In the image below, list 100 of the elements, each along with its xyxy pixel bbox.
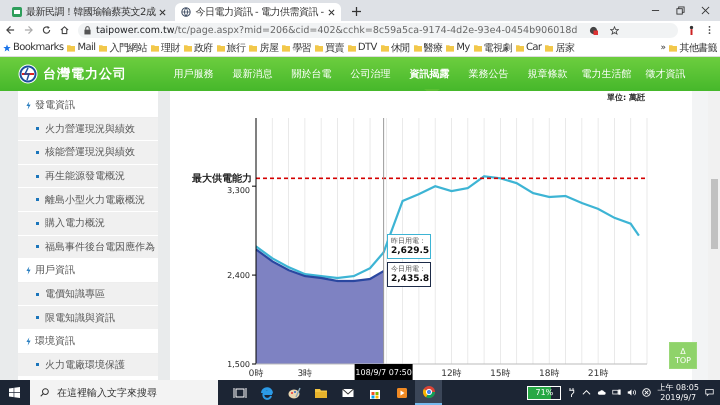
browser-tab[interactable]: 最新民調！韓國瑜輸蔡英文2成: [6, 3, 172, 21]
folder-icon: [315, 44, 324, 52]
clock[interactable]: 上午 08:05 2019/9/7: [657, 382, 699, 402]
scrollbar[interactable]: [708, 91, 720, 380]
bullet-icon: [36, 174, 39, 178]
sidebar-item[interactable]: 電價知識專區: [18, 282, 158, 306]
plus-icon[interactable]: [352, 7, 361, 16]
axis-tick-label: 0時: [248, 369, 264, 379]
browser-tab[interactable]: 今日電力資訊 - 電力供需資訊 -: [175, 3, 341, 21]
speaker-icon[interactable]: [627, 388, 636, 397]
axis-tick-label: 15時: [490, 369, 511, 379]
emblem-icon: [18, 64, 38, 84]
restore-icon[interactable]: [676, 6, 685, 15]
close-icon[interactable]: [701, 6, 710, 15]
folder-icon: [545, 44, 554, 52]
taskbar-app-button[interactable]: [415, 380, 442, 405]
notification-icon[interactable]: [705, 388, 714, 397]
bullet-icon: [36, 245, 39, 248]
task-view-icon: [232, 386, 246, 400]
cloud-icon[interactable]: [597, 388, 606, 397]
bullet-icon: [36, 363, 39, 366]
unit-label: 單位: 萬瓩: [607, 92, 645, 103]
bookmark-folder[interactable]: 房屋: [249, 40, 278, 54]
axis-tick-label: 12時: [441, 369, 462, 379]
bookmark-folder[interactable]: 理財: [151, 40, 180, 54]
axis-tick-label: 21時: [588, 369, 608, 379]
bookmark-folder[interactable]: My: [446, 42, 470, 53]
bullet-icon: [36, 127, 39, 130]
bookmark-folder[interactable]: 休閒: [380, 40, 410, 54]
folder-icon: [249, 44, 258, 52]
folder-icon: [348, 44, 356, 52]
news-favicon-icon: [12, 7, 22, 17]
lightning-icon: [26, 266, 31, 275]
close-icon[interactable]: [328, 8, 335, 16]
folder-icon: [380, 44, 389, 52]
bookmark-folder[interactable]: 買賣: [315, 40, 344, 54]
sidebar-item[interactable]: 核能營運現況與績效: [18, 141, 158, 165]
bookmark-folder[interactable]: 居家: [545, 40, 574, 54]
globe-icon: [181, 7, 192, 17]
bookmark-folder[interactable]: 學習: [282, 40, 312, 54]
address-field[interactable]: taipower.com.tw/tc/page.aspx?mid=206&cid=402&cchk=8c59a5ca-9174-4d2e-93e4-0454b906018d: [78, 22, 678, 38]
tooltip-value: 2,435.8: [391, 274, 427, 284]
folder-icon: [282, 44, 290, 52]
time-label: 108/9/7 07:50: [354, 364, 413, 380]
bookmark-folder[interactable]: 醫療: [414, 40, 442, 54]
cross-circle-icon[interactable]: [642, 388, 652, 397]
star-icon[interactable]: [610, 26, 620, 34]
bullet-icon: [36, 222, 39, 225]
search-icon: [40, 388, 49, 397]
folder-icon: [67, 44, 76, 52]
bookmark-folder[interactable]: 政府: [184, 40, 213, 54]
search-field[interactable]: 在這裡輸入文字來搜尋: [30, 380, 218, 405]
axis-tick-label: 3時: [298, 369, 312, 379]
bookmarks-link[interactable]: Bookmarks: [3, 42, 64, 53]
axis-tick-label: 3,300: [227, 186, 250, 196]
bullet-icon: [36, 198, 39, 202]
chevron-up-icon[interactable]: [582, 388, 592, 397]
tooltip-value: 2,629.5: [391, 246, 427, 256]
bullet-icon: [36, 150, 39, 154]
bullet-icon: [36, 316, 39, 320]
axis-tick-label: 1,500: [227, 360, 250, 369]
bookmark-folder[interactable]: Mail: [67, 42, 96, 53]
folder-icon: [216, 44, 225, 52]
sidebar-item[interactable]: 火力營運現況與績效: [18, 118, 158, 142]
windows-start-icon[interactable]: [9, 387, 20, 398]
plug-icon: [567, 388, 576, 397]
sidebar-item[interactable]: 再生能源發電概況: [18, 164, 158, 188]
lightning-icon: [26, 336, 31, 346]
star-icon: [3, 44, 11, 52]
axis-tick-label: 2,400: [227, 271, 250, 280]
bookmark-folder[interactable]: 入門網站: [99, 40, 148, 54]
folder-icon: [474, 44, 482, 52]
folder-icon: [151, 44, 160, 52]
home-icon[interactable]: [60, 25, 69, 35]
folder-icon: [99, 44, 108, 52]
bookmark-folder[interactable]: DTV: [348, 42, 377, 53]
sidebar-item[interactable]: 限電知識與資訊: [18, 306, 158, 330]
mail-icon: [340, 386, 354, 400]
close-icon[interactable]: [159, 8, 166, 16]
folder-icon: [669, 44, 678, 52]
folder-icon: [184, 44, 192, 52]
bookmark-folder[interactable]: 其他書籤: [669, 40, 717, 54]
bookmark-folder[interactable]: 電視劇: [474, 40, 512, 54]
folder-icon: [446, 44, 454, 52]
media-player-icon: [394, 386, 408, 400]
bookmark-folder[interactable]: Car: [516, 42, 542, 53]
reload-icon[interactable]: [42, 25, 51, 35]
sidebar-item[interactable]: 購入電力概況: [18, 212, 158, 236]
sidebar-item[interactable]: 福島事件後台電因應作為: [18, 236, 158, 260]
bullet-icon: [36, 292, 39, 296]
lock-icon: [84, 26, 91, 34]
lightning-icon: [26, 100, 31, 110]
axis-tick-label: 18時: [539, 369, 560, 379]
bookmark-folder[interactable]: 旅行: [216, 40, 246, 54]
sidebar-item[interactable]: 離島小型火力電廠概況: [18, 188, 158, 212]
folder-icon: [414, 44, 422, 52]
sidebar-item[interactable]: 火力電廠環境保護: [18, 354, 158, 378]
back-arrow-icon[interactable]: [6, 25, 15, 35]
more-bookmarks-button[interactable]: »: [660, 42, 666, 52]
capacity-label: 最大供電能力: [192, 173, 252, 184]
